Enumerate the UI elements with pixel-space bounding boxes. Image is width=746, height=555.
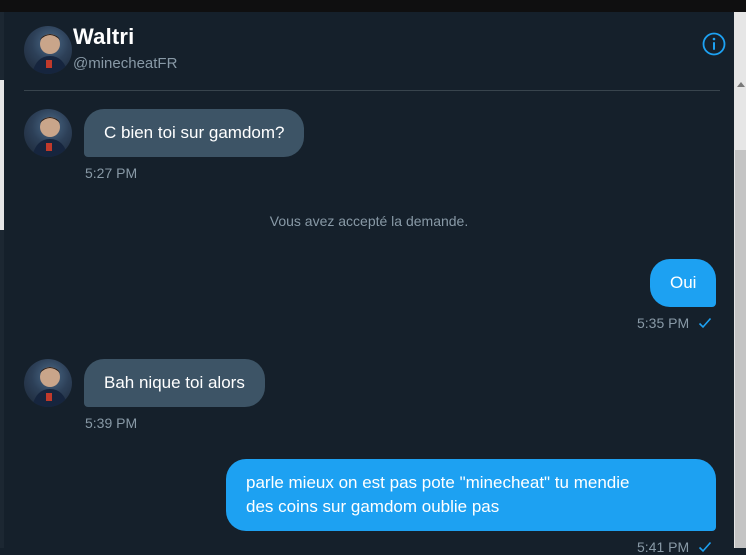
- header-divider: [24, 90, 720, 91]
- message-time-row: 5:35 PM: [637, 315, 712, 331]
- message-time: 5:39 PM: [85, 415, 138, 431]
- message-time: 5:27 PM: [85, 165, 138, 181]
- message-bubble-outgoing[interactable]: Oui: [650, 259, 716, 307]
- avatar-portrait-icon: [32, 117, 68, 157]
- message-text: C bien toi sur gamdom?: [104, 123, 285, 142]
- message-text: Oui: [670, 273, 697, 292]
- message-avatar[interactable]: [24, 359, 72, 407]
- message-text-line: des coins sur gamdom oublie pas: [246, 497, 500, 516]
- avatar-portrait-icon: [32, 34, 68, 74]
- message-text: Bah nique toi alors: [104, 373, 245, 392]
- message-time-row: 5:41 PM: [637, 539, 712, 555]
- conversation-panel: Waltri @minecheatFR C bien toi sur gamdo…: [4, 12, 734, 555]
- contact-name: Waltri: [73, 24, 135, 49]
- message-bubble-incoming[interactable]: Bah nique toi alors: [84, 359, 265, 407]
- message-time: 5:41 PM: [637, 539, 690, 555]
- header-avatar[interactable]: [24, 26, 72, 74]
- avatar-portrait-icon: [32, 367, 68, 407]
- message-text-line: parle mieux on est pas pote "minecheat" …: [246, 473, 630, 492]
- conversation-header: Waltri @minecheatFR: [4, 12, 734, 78]
- scroll-up-arrow-icon[interactable]: [737, 82, 745, 87]
- check-icon: [698, 541, 712, 553]
- window-top-bar: [0, 0, 746, 12]
- check-icon: [698, 317, 712, 329]
- message-bubble-incoming[interactable]: C bien toi sur gamdom?: [84, 109, 305, 157]
- scrollbar-thumb[interactable]: [735, 150, 746, 548]
- contact-handle: @minecheatFR: [73, 55, 178, 72]
- info-icon[interactable]: [702, 32, 726, 56]
- message-bubble-outgoing[interactable]: parle mieux on est pas pote "minecheat" …: [226, 459, 716, 531]
- message-time: 5:35 PM: [637, 315, 690, 331]
- message-avatar[interactable]: [24, 109, 72, 157]
- system-message: Vous avez accepté la demande.: [269, 213, 469, 229]
